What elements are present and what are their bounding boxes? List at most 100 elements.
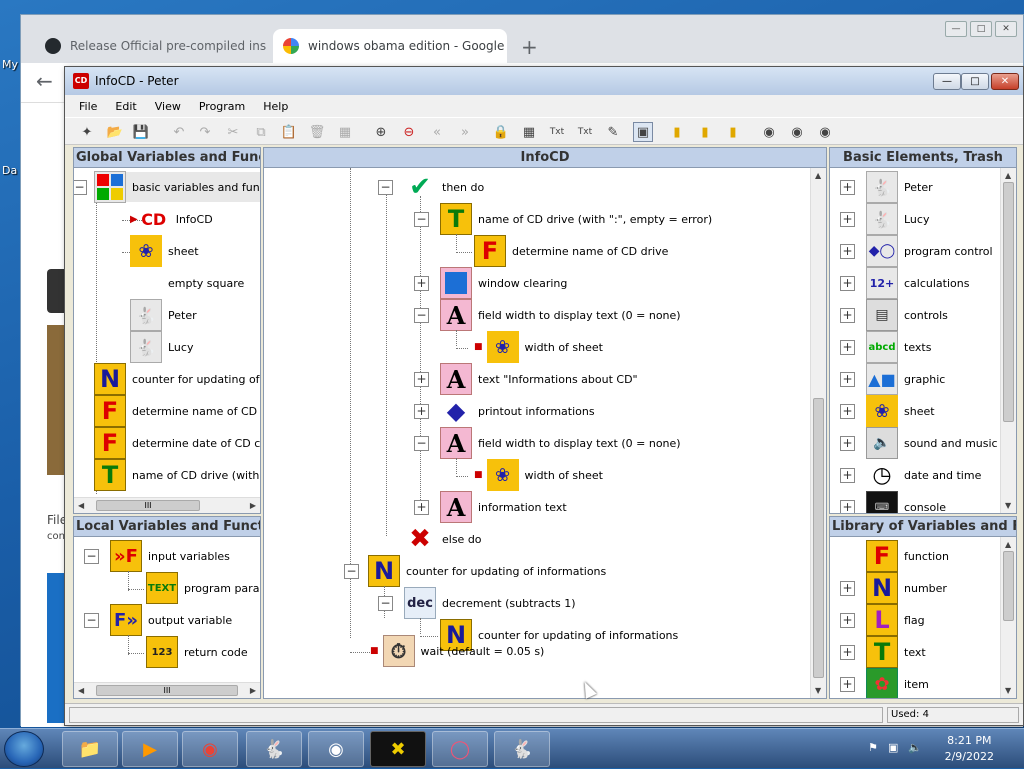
browser-tab-active[interactable]: windows obama edition - Google ✕ [273,29,507,63]
collapse-toggle[interactable]: − [414,308,429,323]
program-step[interactable]: ■ ⏱ wait (default = 0.05 s) [370,635,544,667]
library-item[interactable]: ▲■ graphic [866,363,945,395]
chrome-icon[interactable]: ◉ [182,731,238,767]
tree-item[interactable]: T name of CD drive (with ":", [94,459,260,491]
zoom-out-icon[interactable]: ⊖ [399,122,419,142]
program-step[interactable]: A field width to display text (0 = none) [440,427,681,459]
tree-item[interactable]: 🐇 Lucy [130,331,193,363]
minimize-icon[interactable]: — [945,21,967,37]
zoom-in-icon[interactable]: ⊕ [371,122,391,142]
folder-2-icon[interactable]: ▮ [695,122,715,142]
program-step[interactable]: window clearing [440,267,567,299]
program-step[interactable]: N counter for updating of informations [368,555,606,587]
program-step[interactable]: T name of CD drive (with ":", empty = er… [440,203,712,235]
program-step[interactable]: A information text [440,491,567,523]
tree-item[interactable]: F determine name of CD driv [94,395,260,427]
library-item[interactable]: ⌨ console [866,491,946,513]
tree-item[interactable]: ❀ sheet [130,235,199,267]
scroll-down-icon[interactable]: ▼ [1005,686,1011,695]
expand-toggle[interactable]: + [840,613,855,628]
find-prev-icon[interactable]: ◉ [815,122,835,142]
scroll-up-icon[interactable]: ▲ [1005,171,1011,180]
program-step[interactable]: ■ ❀ width of sheet [474,459,603,491]
expand-toggle[interactable]: + [840,276,855,291]
back-arrow-icon[interactable]: ← [36,69,53,93]
volume-icon[interactable]: 🔈 [908,741,922,754]
expand-toggle[interactable]: + [840,645,855,660]
browser-tab[interactable]: Release Official pre-compiled ins ✕ [35,29,269,63]
program-step[interactable]: ✖ else do [404,524,481,554]
expand-toggle[interactable]: + [840,308,855,323]
lock-icon[interactable]: 🔒 [491,122,511,142]
library-item[interactable]: L flag [866,604,925,636]
select-icon[interactable]: ▦ [335,122,355,142]
maximize-button[interactable]: □ [961,73,989,90]
library-item[interactable]: ◆◯ program control [866,235,993,267]
menu-edit[interactable]: Edit [115,100,136,113]
collapse-toggle[interactable]: − [414,436,429,451]
redo-icon[interactable]: ↷ [195,122,215,142]
media-player-icon[interactable]: ▶ [122,731,178,767]
infocd-peter-icon[interactable]: 🐇 [246,731,302,767]
folder-3-icon[interactable]: ▮ [723,122,743,142]
library-item[interactable]: ❀ sheet [866,395,935,427]
scroll-left-icon[interactable]: ◀ [78,501,84,510]
tree-item[interactable]: empty square [130,268,244,298]
expand-toggle[interactable]: + [840,436,855,451]
library-item[interactable]: ◷ date and time [866,460,981,490]
library-item[interactable]: ✿ item [866,668,929,698]
menu-view[interactable]: View [155,100,181,113]
close-icon[interactable]: ✕ [995,21,1017,37]
expand-toggle[interactable]: + [840,581,855,596]
library-item[interactable]: T text [866,636,926,668]
collapse-toggle[interactable]: − [84,549,99,564]
tree-item[interactable]: »F input variables [110,540,230,572]
edit-icon[interactable]: ✎ [603,122,623,142]
scroll-right-icon[interactable]: ▶ [250,686,256,695]
library-item[interactable]: 🐇 Lucy [866,203,929,235]
scroll-thumb[interactable]: III [96,685,238,696]
tree-item[interactable]: TEXT program parame [146,572,260,604]
collapse-toggle[interactable]: − [84,613,99,628]
vertical-scrollbar[interactable]: ▲ ▼ [810,168,826,698]
expand-toggle[interactable]: + [414,372,429,387]
expand-toggle[interactable]: + [840,677,855,692]
program-step[interactable]: F determine name of CD drive [474,235,668,267]
desktop-label[interactable]: My [2,58,18,71]
program-step[interactable]: A field width to display text (0 = none) [440,299,681,331]
text-box-icon[interactable]: Txt [575,122,595,142]
program-step[interactable]: ✔ then do [404,172,484,202]
horizontal-scrollbar[interactable]: ◀ III ▶ [74,497,260,513]
collapse-toggle[interactable]: − [344,564,359,579]
desktop-label[interactable]: Da [2,164,17,177]
clock[interactable]: 8:21 PM 2/9/2022 [945,733,994,765]
scroll-thumb[interactable] [1003,182,1014,422]
expand-toggle[interactable]: + [414,500,429,515]
network-icon[interactable]: ✦ [77,122,97,142]
program-step[interactable]: ◆ printout informations [440,396,595,426]
expand-toggle[interactable]: + [840,180,855,195]
program-step[interactable]: A text "Informations about CD" [440,363,638,395]
scroll-right-icon[interactable]: ▶ [250,501,256,510]
find-next-icon[interactable]: ◉ [787,122,807,142]
expand-toggle[interactable]: + [840,372,855,387]
library-item[interactable]: F function [866,540,949,572]
expand-toggle[interactable]: + [414,276,429,291]
start-button[interactable] [4,731,44,767]
maximize-icon[interactable]: □ [970,21,992,37]
scroll-thumb[interactable]: III [96,500,200,511]
scroll-down-icon[interactable]: ▼ [1005,501,1011,510]
expand-toggle[interactable]: + [840,212,855,227]
binoculars-icon[interactable]: ◉ [759,122,779,142]
tree-item[interactable]: 123 return code [146,636,248,668]
tree-item[interactable]: F» output variable [110,604,232,636]
expand-toggle[interactable]: + [840,468,855,483]
window-icon[interactable]: ▣ [633,122,653,142]
menu-program[interactable]: Program [199,100,245,113]
scroll-thumb[interactable] [813,398,824,678]
library-item[interactable]: ▤ controls [866,299,948,331]
menu-file[interactable]: File [79,100,97,113]
collapse-toggle[interactable]: − [378,596,393,611]
library-item[interactable]: 🔈 sound and music [866,427,998,459]
close-tab-icon[interactable]: ✕ [504,39,507,53]
